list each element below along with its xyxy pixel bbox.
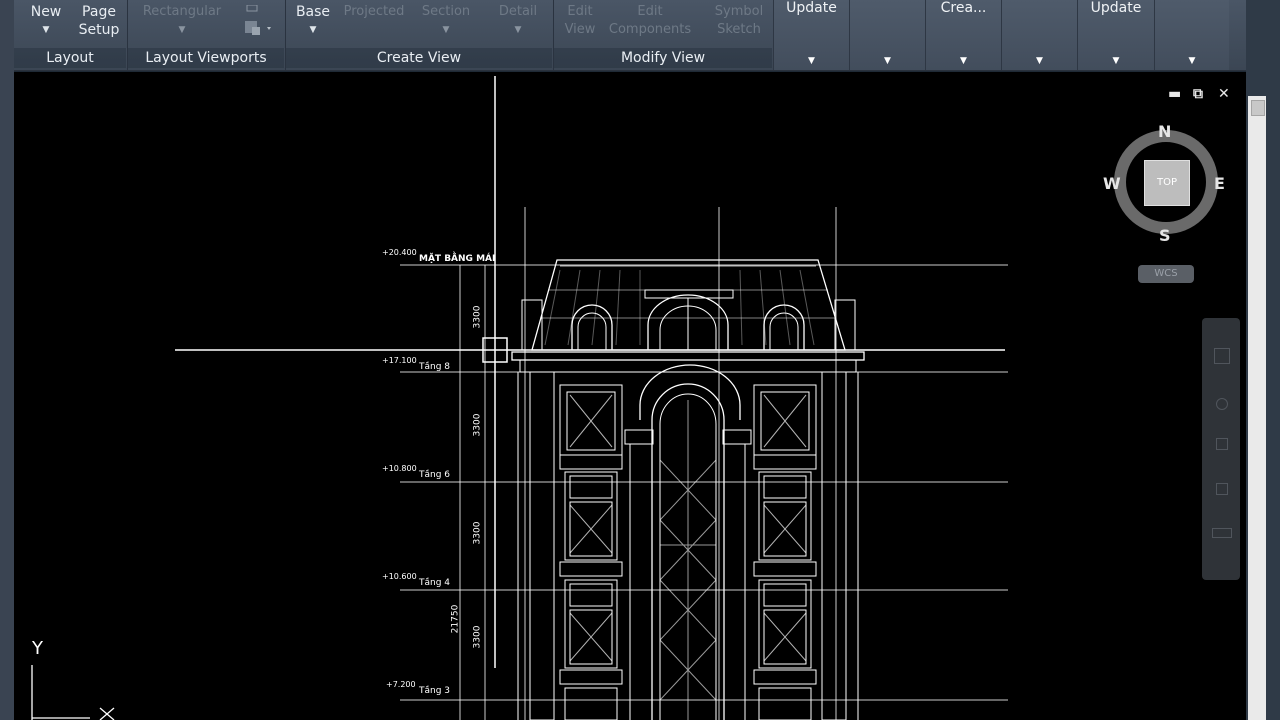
pan-icon[interactable] <box>1216 398 1228 410</box>
window-left-border <box>0 0 14 720</box>
symbol-sketch-button[interactable]: Symbol Sketch <box>708 3 770 39</box>
projected-label: Projected <box>343 4 405 19</box>
projected-view-button[interactable]: Projected <box>340 3 408 21</box>
chevron-down-icon: ▼ <box>309 25 317 35</box>
chevron-down-icon: ▼ <box>808 56 815 66</box>
base-label: Base <box>295 4 331 20</box>
detail-label: Detail <box>498 4 538 19</box>
chevron-down-icon: ▼ <box>514 25 522 35</box>
page-setup-label-line2: Setup <box>78 22 120 38</box>
update-panel-1[interactable]: Update ▼ <box>773 0 849 70</box>
showmotion-icon[interactable] <box>1212 528 1232 538</box>
group-label-modify-view: Modify View <box>554 48 772 68</box>
ucs-axes-icon <box>31 665 115 720</box>
steering-wheel-icon[interactable] <box>1214 348 1230 364</box>
compass-south-label[interactable]: S <box>1159 226 1171 245</box>
dimension-text: 21750 <box>450 604 461 634</box>
rectangular-label: Rectangular <box>142 4 222 19</box>
level-name-label: Tầng 6 <box>419 470 451 480</box>
base-view-button[interactable]: Base ▼ <box>294 3 332 39</box>
building-elevation-drawing <box>31 76 1008 720</box>
chevron-down-icon: ▼ <box>1036 56 1043 66</box>
ribbon-panel-2[interactable]: ▼ <box>849 0 925 70</box>
level-elevation-label: +10.800 <box>382 464 417 473</box>
group-label-layout-viewports: Layout Viewports <box>128 48 284 68</box>
chevron-down-icon: ▼ <box>1112 56 1120 66</box>
viewport-lock-button[interactable] <box>240 18 276 43</box>
ucs-y-label: Y <box>32 638 43 659</box>
chevron-down-icon: ▼ <box>442 25 450 35</box>
chevron-down-icon: ▼ <box>42 25 50 35</box>
zoom-icon[interactable] <box>1216 438 1228 450</box>
edit-view-button[interactable]: Edit View <box>560 3 600 39</box>
chevron-down-icon: ▼ <box>884 56 891 66</box>
orbit-icon[interactable] <box>1216 483 1228 495</box>
level-elevation-label: +20.400 <box>382 248 417 257</box>
update-label: Update <box>786 0 837 16</box>
drawing-canvas[interactable]: +20.400 MẶT BẰNG MÁI +17.100 Tầng 8 +10.… <box>14 72 1246 720</box>
update-label: Update <box>1090 0 1142 16</box>
dimension-text: 3300 <box>472 413 483 437</box>
section-label: Section <box>421 4 471 19</box>
compass-east-label[interactable]: E <box>1214 174 1225 193</box>
chevron-down-icon: ▼ <box>960 56 967 66</box>
viewport-small-icon[interactable] <box>240 0 264 18</box>
create-label: Crea... <box>940 0 987 16</box>
vertical-scrollbar[interactable] <box>1248 96 1266 720</box>
level-name-label: Tầng 8 <box>419 362 451 372</box>
new-layout-button[interactable]: New ▼ <box>28 3 64 39</box>
group-label-layout: Layout <box>14 48 126 68</box>
symbol-sketch-label-line1: Symbol <box>714 4 764 19</box>
edit-components-button[interactable]: Edit Components <box>604 3 696 39</box>
page-setup-button[interactable]: Page Setup <box>76 3 122 39</box>
viewcube[interactable]: TOP N S E W <box>1103 122 1225 245</box>
navigation-bar <box>1202 318 1240 580</box>
section-view-button[interactable]: Section ▼ <box>418 3 474 39</box>
dimension-text: 3300 <box>472 305 483 329</box>
restore-icon[interactable]: ⧉ <box>1193 86 1203 102</box>
ribbon-panel-4[interactable]: ▼ <box>1001 0 1077 70</box>
close-icon[interactable]: ✕ <box>1218 86 1230 102</box>
viewport-clip-icon <box>246 4 258 12</box>
wcs-menu-button[interactable]: WCS <box>1138 265 1194 283</box>
ribbon-panel-6[interactable]: ▼ <box>1154 0 1229 70</box>
edit-view-label-line1: Edit <box>567 4 593 19</box>
rectangular-viewport-button[interactable]: Rectangular ▼ <box>136 3 228 39</box>
level-elevation-label: +7.200 <box>386 680 416 689</box>
dimension-text: 3300 <box>472 521 483 545</box>
viewcube-top-face[interactable]: TOP <box>1144 160 1190 206</box>
level-elevation-label: +10.600 <box>382 572 417 581</box>
create-panel[interactable]: Crea... ▼ <box>925 0 1001 70</box>
level-elevation-label: +17.100 <box>382 356 417 365</box>
detail-view-button[interactable]: Detail ▼ <box>494 3 542 39</box>
chevron-down-icon: ▼ <box>178 25 186 35</box>
symbol-sketch-label-line2: Sketch <box>717 22 761 37</box>
update-panel-2[interactable]: Update ▼ <box>1077 0 1154 70</box>
chevron-down-icon: ▼ <box>1188 56 1196 66</box>
edit-components-label-line1: Edit <box>637 4 663 19</box>
group-label-create-view: Create View <box>286 48 552 68</box>
viewport-lock-icon <box>245 21 271 35</box>
minimize-icon[interactable]: ▬ <box>1168 86 1181 102</box>
compass-west-label[interactable]: W <box>1103 174 1121 193</box>
compass-north-label[interactable]: N <box>1158 122 1171 141</box>
level-name-label: MẶT BẰNG MÁI <box>419 254 496 264</box>
level-name-label: Tầng 4 <box>419 578 451 588</box>
ribbon: New ▼ Page Setup Layout Rectangular ▼ La… <box>0 0 1280 71</box>
page-setup-label-line1: Page <box>82 4 116 20</box>
edit-view-label-line2: View <box>564 22 596 37</box>
scrollbar-thumb[interactable] <box>1251 100 1265 116</box>
dimension-text: 3300 <box>472 625 483 649</box>
level-name-label: Tầng 3 <box>419 686 451 696</box>
edit-components-label-line2: Components <box>608 22 692 37</box>
new-label: New <box>30 4 62 20</box>
